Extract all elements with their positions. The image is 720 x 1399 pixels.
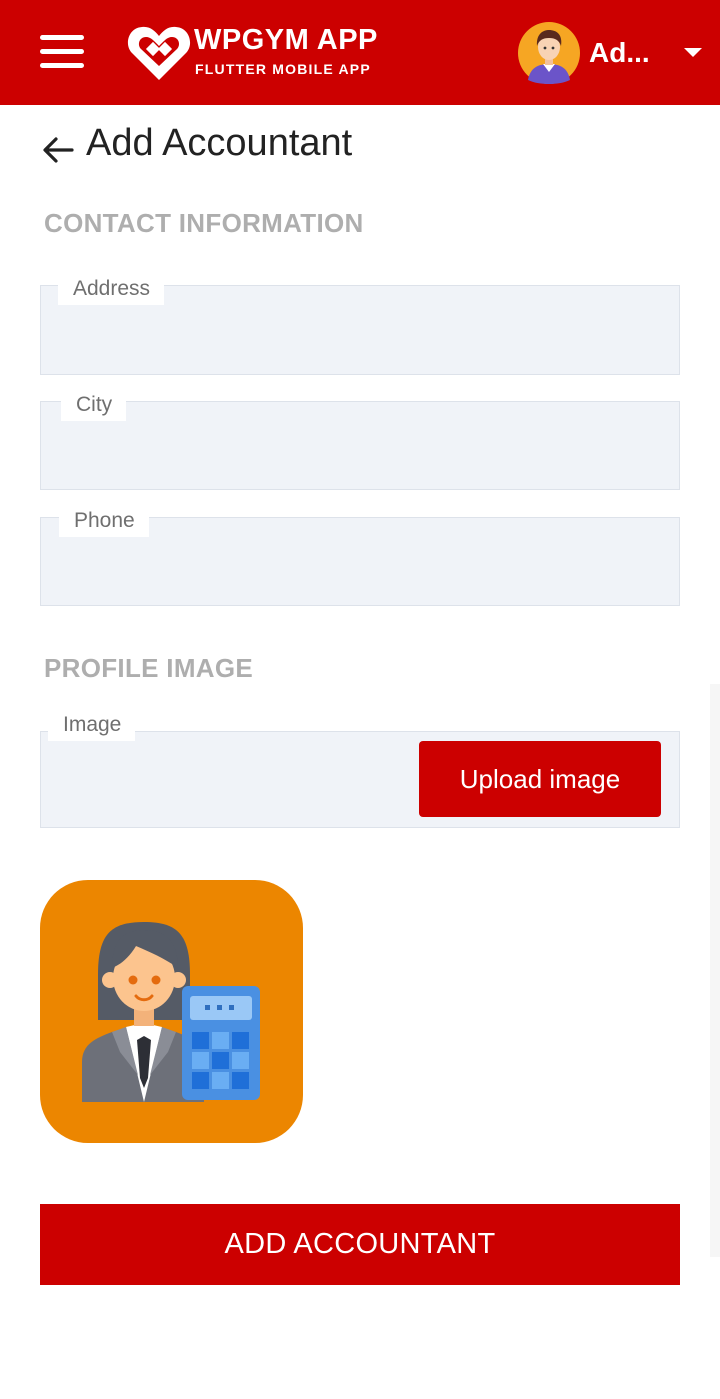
app-logo: WPGYM APP FLUTTER MOBILE APP <box>126 22 394 84</box>
app-subtitle: FLUTTER MOBILE APP <box>195 61 371 77</box>
app-title: WPGYM APP <box>194 24 378 56</box>
user-avatar-icon <box>518 22 580 84</box>
upload-image-button[interactable]: Upload image <box>419 741 661 817</box>
profile-image-section-title: PROFILE IMAGE <box>44 653 254 683</box>
contact-section-title: CONTACT INFORMATION <box>44 208 364 238</box>
hamburger-menu-icon[interactable] <box>40 35 84 69</box>
image-label: Image <box>48 712 136 741</box>
user-name: Ad... <box>589 37 650 68</box>
page-title: Add Accountant <box>86 122 353 164</box>
address-label: Address <box>58 276 165 305</box>
heart-logo-icon <box>127 26 191 80</box>
arrow-left-icon[interactable] <box>40 132 76 168</box>
phone-label: Phone <box>59 508 149 537</box>
city-field[interactable] <box>40 401 680 490</box>
accountant-avatar-icon <box>82 922 260 1102</box>
profile-image-preview <box>40 880 303 1143</box>
add-accountant-button[interactable]: ADD ACCOUNTANT <box>40 1204 680 1285</box>
user-menu[interactable]: Ad... <box>518 22 708 84</box>
scrollbar[interactable] <box>710 684 720 1257</box>
city-label: City <box>61 392 127 421</box>
caret-down-icon[interactable] <box>684 48 702 57</box>
app-bar: WPGYM APP FLUTTER MOBILE APP Ad... <box>0 0 720 105</box>
